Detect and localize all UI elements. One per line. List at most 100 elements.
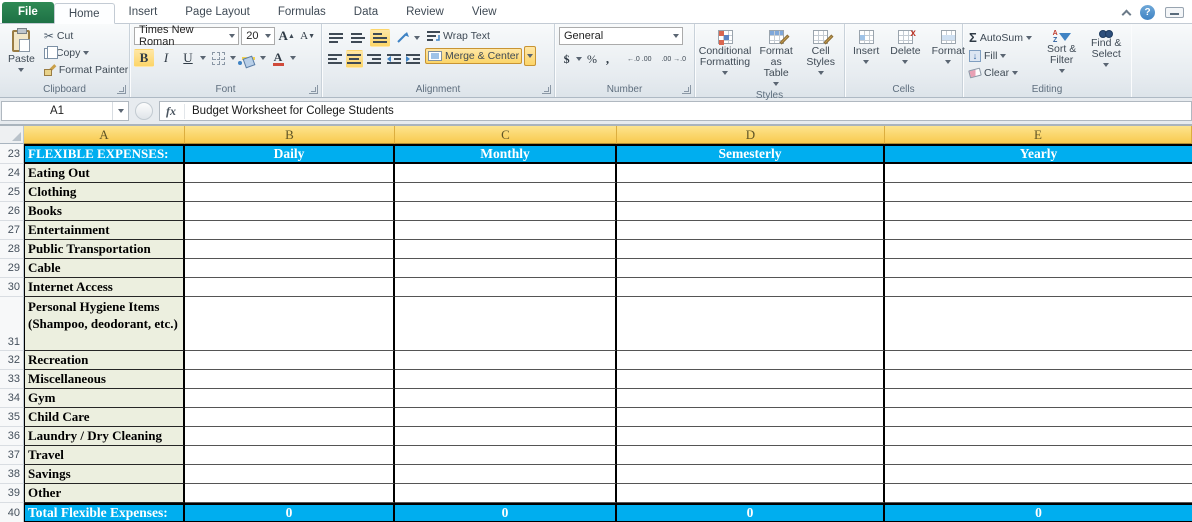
cell-expense-label[interactable]: Eating Out bbox=[24, 164, 185, 183]
bold-button[interactable]: B bbox=[134, 49, 154, 67]
cell[interactable] bbox=[395, 446, 617, 465]
cell[interactable] bbox=[395, 202, 617, 221]
cell-total-yearly[interactable]: 0 bbox=[885, 503, 1192, 522]
cell[interactable] bbox=[185, 465, 395, 484]
cell[interactable] bbox=[885, 484, 1192, 503]
tab-file[interactable]: File bbox=[2, 2, 54, 23]
grow-font-button[interactable]: A▲ bbox=[277, 27, 296, 45]
cell-expense-label[interactable]: Internet Access bbox=[24, 278, 185, 297]
row-header[interactable]: 37 bbox=[0, 446, 24, 465]
orientation-dropdown-icon[interactable] bbox=[414, 36, 420, 43]
row-header[interactable]: 31 bbox=[0, 297, 24, 351]
cell-expense-label[interactable]: Public Transportation bbox=[24, 240, 185, 259]
cell[interactable] bbox=[395, 221, 617, 240]
cell[interactable] bbox=[617, 221, 885, 240]
delete-cells-button[interactable]: x Delete bbox=[886, 27, 924, 82]
cell[interactable] bbox=[617, 259, 885, 278]
currency-dropdown-icon[interactable] bbox=[576, 57, 582, 64]
align-middle-button[interactable] bbox=[348, 29, 368, 47]
cell-total-monthly[interactable]: 0 bbox=[395, 503, 617, 522]
cell-col-daily[interactable]: Daily bbox=[185, 144, 395, 164]
clear-button[interactable]: Clear bbox=[967, 66, 1038, 80]
cell[interactable] bbox=[185, 164, 395, 183]
tab-data[interactable]: Data bbox=[340, 2, 392, 23]
column-header-e[interactable]: E bbox=[885, 126, 1192, 144]
cell[interactable] bbox=[617, 427, 885, 446]
dialog-launcher-icon[interactable] bbox=[682, 85, 691, 94]
cell-expense-label[interactable]: Clothing bbox=[24, 183, 185, 202]
decrease-decimal-button[interactable]: .00 →.0 bbox=[657, 53, 690, 66]
format-as-table-button[interactable]: Format as Table bbox=[754, 27, 798, 90]
cell-expense-label[interactable]: Entertainment bbox=[24, 221, 185, 240]
cell-col-yearly[interactable]: Yearly bbox=[885, 144, 1192, 164]
row-header[interactable]: 39 bbox=[0, 484, 24, 503]
cell[interactable] bbox=[185, 202, 395, 221]
minimize-window-icon[interactable] bbox=[1165, 7, 1184, 18]
column-header-b[interactable]: B bbox=[185, 126, 395, 144]
cell[interactable] bbox=[185, 484, 395, 503]
dialog-launcher-icon[interactable] bbox=[117, 85, 126, 94]
cell[interactable] bbox=[395, 297, 617, 351]
cell[interactable] bbox=[617, 370, 885, 389]
find-select-button[interactable]: Find & Select bbox=[1085, 27, 1127, 82]
dialog-launcher-icon[interactable] bbox=[309, 85, 318, 94]
cell[interactable] bbox=[885, 297, 1192, 351]
font-color-dropdown-icon[interactable] bbox=[290, 56, 296, 63]
cell[interactable] bbox=[185, 183, 395, 202]
fx-icon[interactable]: fx bbox=[160, 104, 185, 119]
cell[interactable] bbox=[617, 351, 885, 370]
cell-expense-label[interactable]: Travel bbox=[24, 446, 185, 465]
column-header-d[interactable]: D bbox=[617, 126, 885, 144]
underline-dropdown-icon[interactable] bbox=[200, 56, 206, 63]
cell-total-semesterly[interactable]: 0 bbox=[617, 503, 885, 522]
tab-view[interactable]: View bbox=[458, 2, 511, 23]
cell[interactable] bbox=[395, 370, 617, 389]
cell[interactable] bbox=[395, 484, 617, 503]
cell[interactable] bbox=[885, 202, 1192, 221]
tab-home[interactable]: Home bbox=[54, 3, 115, 24]
cell[interactable] bbox=[185, 408, 395, 427]
cell[interactable] bbox=[185, 427, 395, 446]
cell[interactable] bbox=[185, 297, 395, 351]
row-header[interactable]: 25 bbox=[0, 183, 24, 202]
cell-expense-label[interactable]: Books bbox=[24, 202, 185, 221]
cell[interactable] bbox=[885, 446, 1192, 465]
merge-center-button[interactable]: Merge & Center bbox=[425, 48, 522, 64]
fill-button[interactable]: ↓ Fill bbox=[967, 49, 1038, 63]
row-header[interactable]: 23 bbox=[0, 144, 24, 164]
cell[interactable] bbox=[185, 389, 395, 408]
column-header-a[interactable]: A bbox=[24, 126, 185, 144]
cell[interactable] bbox=[617, 446, 885, 465]
cell[interactable] bbox=[885, 351, 1192, 370]
cell[interactable] bbox=[395, 164, 617, 183]
number-format-combo[interactable]: General bbox=[559, 27, 683, 45]
cell[interactable] bbox=[617, 484, 885, 503]
font-color-button[interactable]: A bbox=[268, 49, 288, 67]
percent-format-button[interactable]: % bbox=[584, 50, 599, 68]
row-header[interactable]: 36 bbox=[0, 427, 24, 446]
cell[interactable] bbox=[395, 389, 617, 408]
cell[interactable] bbox=[395, 427, 617, 446]
cell[interactable] bbox=[617, 240, 885, 259]
align-center-button[interactable] bbox=[346, 50, 364, 68]
cell[interactable] bbox=[185, 278, 395, 297]
align-bottom-button[interactable] bbox=[370, 29, 390, 47]
select-all-corner[interactable] bbox=[0, 126, 24, 144]
cell[interactable] bbox=[885, 389, 1192, 408]
shrink-font-button[interactable]: A▼ bbox=[298, 27, 317, 45]
cell[interactable] bbox=[395, 278, 617, 297]
cell-expense-label[interactable]: Child Care bbox=[24, 408, 185, 427]
fill-color-dropdown-icon[interactable] bbox=[260, 56, 266, 63]
cell[interactable] bbox=[885, 259, 1192, 278]
cell[interactable] bbox=[395, 183, 617, 202]
cell[interactable] bbox=[885, 465, 1192, 484]
wrap-text-button[interactable]: Wrap Text bbox=[425, 29, 550, 43]
conditional-formatting-button[interactable]: Conditional Formatting bbox=[699, 27, 751, 90]
row-header[interactable]: 40 bbox=[0, 503, 24, 522]
merge-center-dropdown[interactable] bbox=[524, 46, 536, 66]
cell[interactable] bbox=[185, 446, 395, 465]
cell[interactable] bbox=[395, 408, 617, 427]
cell[interactable] bbox=[885, 240, 1192, 259]
currency-format-button[interactable]: $ bbox=[559, 50, 574, 68]
cell[interactable] bbox=[395, 351, 617, 370]
